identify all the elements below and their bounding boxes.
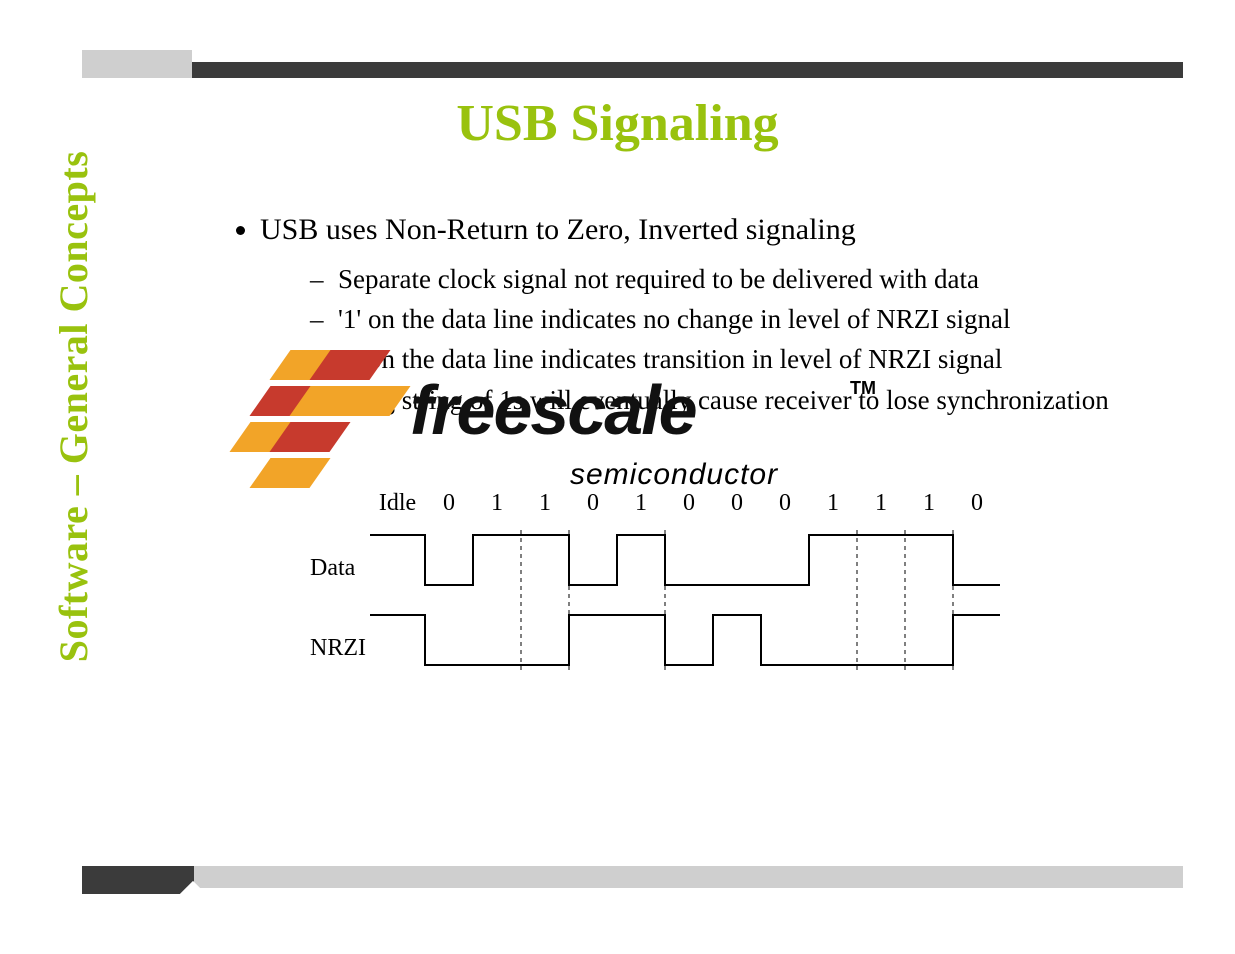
footer-accent-dark bbox=[82, 866, 194, 894]
footer-accent-grey bbox=[82, 866, 1183, 888]
logo-subtitle: semiconductor bbox=[570, 458, 778, 492]
header-accent-dark bbox=[192, 62, 1183, 78]
waveforms bbox=[310, 490, 1000, 690]
slide-title: USB Signaling bbox=[0, 94, 1235, 153]
header-accent-grey bbox=[82, 50, 192, 78]
bullet-sub: Separate clock signal not required to be… bbox=[310, 261, 1135, 297]
bullet-main-text: USB uses Non-Return to Zero, Inverted si… bbox=[260, 213, 856, 246]
bullet-main: USB uses Non-Return to Zero, Inverted si… bbox=[260, 210, 1135, 418]
section-label: Software – General Concepts bbox=[50, 97, 97, 717]
timing-diagram: Idle011010001110 Data NRZI bbox=[310, 490, 1000, 690]
bullet-sub: Long string of 1s will eventually cause … bbox=[310, 382, 1135, 418]
bullet-sub: '1' on the data line indicates no change… bbox=[310, 301, 1135, 337]
slide-body: USB uses Non-Return to Zero, Inverted si… bbox=[220, 210, 1135, 422]
bullet-sub: '0' on the data line indicates transitio… bbox=[310, 341, 1135, 377]
